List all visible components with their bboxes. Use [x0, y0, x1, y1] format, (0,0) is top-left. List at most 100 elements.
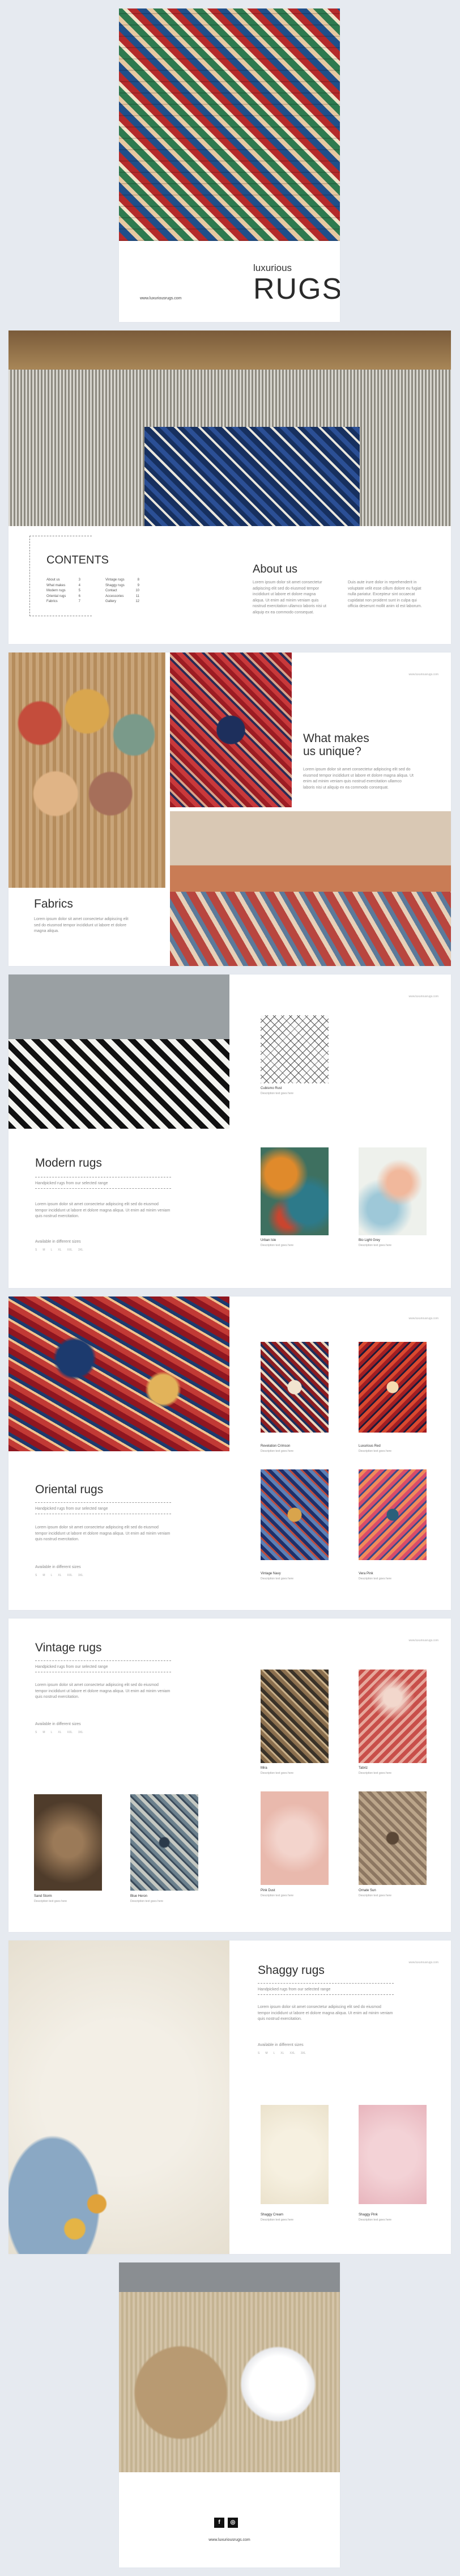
back-website[interactable]: www.luxuriousrugs.com	[119, 2537, 340, 2543]
oriental-item-3-sub: Description text goes here	[261, 1577, 294, 1581]
modern-item-1-sub: Description text goes here	[261, 1092, 294, 1095]
size-option[interactable]: XXL	[289, 2052, 295, 2055]
oriental-item-4-name: Vera Pink	[359, 1572, 373, 1575]
shaggy-rug-2[interactable]	[359, 2105, 427, 2204]
shaggy-rug-1[interactable]	[261, 2105, 329, 2204]
toc-row[interactable]: Shaggy rugs 9	[105, 583, 139, 589]
modern-item-3-sub: Description text goes here	[359, 1244, 392, 1247]
size-option[interactable]: XL	[58, 1574, 61, 1577]
shaggy-hero-photo	[8, 1941, 229, 2254]
vintage-item-2-name: Tabriz	[359, 1766, 368, 1770]
size-option[interactable]: L	[274, 2052, 275, 2055]
size-option[interactable]: S	[35, 1574, 37, 1577]
size-option[interactable]: XXL	[67, 1248, 72, 1252]
cover-photo	[119, 9, 340, 241]
oriental-item-2-sub: Description text goes here	[359, 1450, 392, 1453]
size-option[interactable]: M	[42, 1731, 45, 1734]
size-option[interactable]: M	[42, 1574, 45, 1577]
vintage-item-5-name: Sand Storm	[34, 1895, 52, 1898]
modern-text: Lorem ipsum dolor sit amet consectetur a…	[35, 1202, 171, 1218]
size-option[interactable]: S	[35, 1731, 37, 1734]
size-option[interactable]: 3XL	[78, 1731, 83, 1734]
shaggy-website[interactable]: www.luxuriousrugs.com	[408, 1961, 438, 1964]
living-room-photo	[170, 811, 451, 966]
toc-row[interactable]: Oriental rugs 6	[46, 594, 80, 600]
size-option[interactable]: L	[51, 1731, 53, 1734]
toc-row[interactable]: Contact 10	[105, 588, 139, 594]
vintage-rug-5[interactable]	[34, 1794, 102, 1891]
toc-row[interactable]: Vintage rugs 8	[105, 578, 139, 583]
oriental-rug-3[interactable]	[261, 1469, 329, 1560]
toc-row[interactable]: Modern rugs 5	[46, 588, 80, 594]
shaggy-text: Lorem ipsum dolor sit amet consectetur a…	[258, 2005, 393, 2021]
size-option[interactable]: 3XL	[78, 1574, 83, 1577]
oriental-rug-2[interactable]	[359, 1342, 427, 1433]
about-text-1: Lorem ipsum dolor sit amet consectetur a…	[253, 581, 326, 615]
oriental-rug-1[interactable]	[261, 1342, 329, 1433]
divider	[258, 1983, 394, 1984]
vintage-item-1-name: Mira	[261, 1766, 267, 1770]
shaggy-item-2-name: Shaggy Pink	[359, 2213, 378, 2217]
vintage-rug-4[interactable]	[359, 1791, 427, 1885]
modern-website[interactable]: www.luxuriousrugs.com	[408, 995, 438, 998]
toc-row[interactable]: Gallery 12	[105, 599, 139, 605]
size-option[interactable]: M	[265, 2052, 267, 2055]
vintage-rug-6[interactable]	[130, 1794, 198, 1891]
modern-rug-3[interactable]	[359, 1147, 427, 1235]
facebook-icon[interactable]: f	[214, 2518, 224, 2528]
vintage-item-6-sub: Description text goes here	[130, 1900, 164, 1903]
toc-row[interactable]: About us 3	[46, 578, 80, 583]
size-option[interactable]: XXL	[67, 1574, 72, 1577]
modern-rug-2[interactable]	[261, 1147, 329, 1235]
vintage-item-4-name: Ornate Sun	[359, 1889, 376, 1892]
toc-row[interactable]: Fabrics 7	[46, 599, 80, 605]
oriental-item-1-sub: Description text goes here	[261, 1450, 294, 1453]
fabrics-text: Lorem ipsum dolor sit amet consectetur a…	[34, 917, 129, 933]
oriental-item-4-sub: Description text goes here	[359, 1577, 392, 1581]
contents-title: CONTENTS	[46, 554, 109, 566]
unique-website[interactable]: www.luxuriousrugs.com	[408, 673, 438, 676]
divider	[258, 1994, 394, 1995]
size-option[interactable]: 3XL	[78, 1248, 83, 1252]
modern-sizes: S M L XL XXL 3XL	[35, 1248, 83, 1252]
vintage-rug-2[interactable]	[359, 1670, 427, 1763]
modern-hero-photo	[8, 975, 229, 1129]
modern-item-1-name: Cubismo Rust	[261, 1087, 282, 1090]
size-option[interactable]: 3XL	[301, 2052, 306, 2055]
social-links: f ◎	[214, 2516, 241, 2528]
oriental-sizes-label: Available in different sizes	[35, 1565, 81, 1569]
vintage-website[interactable]: www.luxuriousrugs.com	[408, 1639, 438, 1642]
shaggy-sizes-label: Available in different sizes	[258, 2043, 304, 2047]
vintage-sizes: S M L XL XXL 3XL	[35, 1731, 83, 1734]
size-option[interactable]: S	[258, 2052, 259, 2055]
vintage-item-5-sub: Description text goes here	[34, 1900, 67, 1903]
modern-rug-1[interactable]	[261, 1015, 329, 1083]
toc-row[interactable]: Accessories 11	[105, 594, 139, 600]
vintage-rug-3[interactable]	[261, 1791, 329, 1885]
toc-column-2: Vintage rugs 8 Shaggy rugs 9 Contact 10 Acc…	[105, 578, 139, 605]
toc-row[interactable]: What makes 4	[46, 583, 80, 589]
size-option[interactable]: L	[51, 1574, 53, 1577]
size-option[interactable]: L	[51, 1248, 53, 1252]
cover-website[interactable]: www.luxuriousrugs.com	[140, 296, 182, 302]
size-option[interactable]: XL	[58, 1248, 61, 1252]
oriental-website[interactable]: www.luxuriousrugs.com	[408, 1317, 438, 1320]
size-option[interactable]: S	[35, 1248, 37, 1252]
vintage-item-4-sub: Description text goes here	[359, 1894, 392, 1897]
vintage-item-6-name: Blue Heron	[130, 1895, 148, 1898]
oriental-rug-4[interactable]	[359, 1469, 427, 1560]
vintage-rug-1[interactable]	[261, 1670, 329, 1763]
about-text-2: Duis aute irure dolor in reprehenderit i…	[348, 581, 422, 608]
size-option[interactable]: XXL	[67, 1731, 72, 1734]
divider	[35, 1660, 171, 1661]
size-option[interactable]: M	[42, 1248, 45, 1252]
shaggy-item-1-name: Shaggy Cream	[261, 2213, 284, 2217]
size-option[interactable]: XL	[58, 1731, 61, 1734]
instagram-icon[interactable]: ◎	[228, 2518, 238, 2528]
modern-sizes-label: Available in different sizes	[35, 1240, 81, 1244]
size-option[interactable]: XL	[280, 2052, 284, 2055]
shaggy-title: Shaggy rugs	[258, 1964, 325, 1977]
modern-subtitle: Handpicked rugs from our selected range	[35, 1181, 108, 1185]
shaggy-item-2-sub: Description text goes here	[359, 2218, 392, 2222]
oriental-hero-photo	[8, 1297, 229, 1451]
